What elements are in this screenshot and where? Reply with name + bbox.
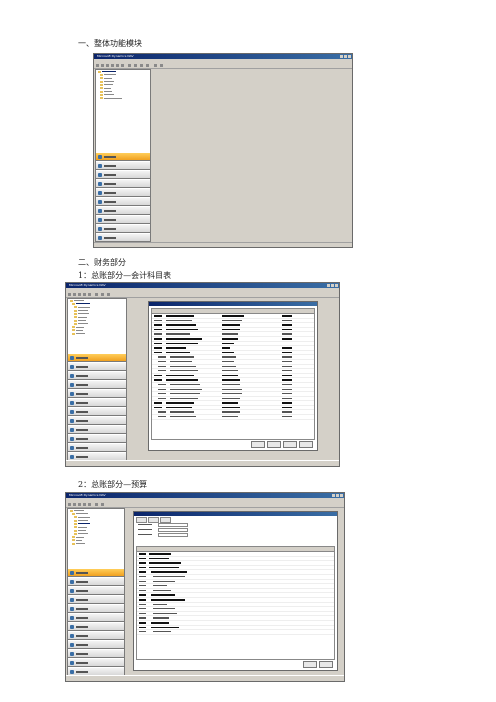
grid-buttons[interactable] [251, 441, 313, 448]
navigation-pane[interactable] [95, 69, 151, 243]
module-button[interactable] [68, 353, 126, 362]
module-button[interactable] [96, 224, 150, 233]
module-buttons[interactable] [68, 353, 126, 461]
module-button[interactable] [68, 586, 124, 595]
window-controls[interactable] [332, 494, 343, 497]
module-button[interactable] [68, 640, 124, 649]
module-button[interactable] [68, 362, 126, 371]
navigation-pane[interactable] [67, 508, 125, 677]
module-button[interactable] [68, 434, 126, 443]
budget-grid[interactable] [136, 546, 335, 660]
module-button[interactable] [96, 188, 150, 197]
heading-gl-chart-of-accounts: 1：总账部分—会计科目表 [78, 271, 172, 280]
taskbar[interactable] [66, 460, 339, 466]
taskbar[interactable] [66, 675, 344, 681]
accounts-grid[interactable] [151, 308, 315, 440]
module-button[interactable] [68, 658, 124, 667]
heading-gl-budget: 2：总账部分—预算 [78, 480, 148, 489]
chart-of-accounts-window[interactable] [148, 301, 318, 451]
status-bar [94, 242, 352, 247]
module-button[interactable] [68, 577, 124, 586]
module-button[interactable] [68, 389, 126, 398]
module-button[interactable] [68, 425, 126, 434]
module-button[interactable] [68, 407, 126, 416]
module-button[interactable] [68, 595, 124, 604]
module-button[interactable] [68, 631, 124, 640]
form-row[interactable] [136, 532, 335, 537]
module-button[interactable] [96, 170, 150, 179]
table-row[interactable] [152, 415, 314, 420]
module-button[interactable] [96, 161, 150, 170]
heading-overall-modules: 一、整体功能模块 [78, 39, 142, 48]
mdi-titlebar [149, 302, 317, 306]
heading-finance: 二、财务部分 [78, 258, 126, 267]
module-buttons[interactable] [68, 568, 124, 676]
module-button[interactable] [68, 622, 124, 631]
window-controls[interactable] [327, 284, 338, 287]
module-button[interactable] [68, 613, 124, 622]
module-button[interactable] [68, 649, 124, 658]
module-button[interactable] [96, 152, 150, 161]
screenshot-overview: Microsoft Dynamics NAV ▪▪▪▪▪ [93, 53, 353, 248]
module-button[interactable] [96, 206, 150, 215]
module-button[interactable] [68, 380, 126, 389]
module-button[interactable] [96, 215, 150, 224]
budget-window[interactable] [133, 511, 338, 671]
menu-tree[interactable] [68, 299, 126, 359]
table-row[interactable] [137, 630, 334, 635]
module-button[interactable] [68, 568, 124, 577]
module-button[interactable] [68, 416, 126, 425]
module-button[interactable] [68, 398, 126, 407]
module-button[interactable] [68, 371, 126, 380]
grid-buttons[interactable] [303, 661, 333, 668]
menu-tree[interactable] [68, 509, 124, 571]
module-buttons[interactable] [96, 152, 150, 242]
module-button[interactable] [96, 197, 150, 206]
window-controls[interactable] [340, 55, 351, 58]
module-button[interactable] [68, 443, 126, 452]
module-button[interactable] [68, 604, 124, 613]
screenshot-chart-of-accounts: Microsoft Dynamics NAV ▪▪▪▪▪ [65, 282, 340, 467]
mdi-titlebar [134, 512, 337, 516]
module-button[interactable] [96, 233, 150, 242]
menu-tree[interactable] [96, 70, 150, 144]
screenshot-budget: Microsoft Dynamics NAV ▪▪▪▪▪ [65, 492, 345, 682]
module-button[interactable] [96, 179, 150, 188]
navigation-pane[interactable] [67, 298, 127, 462]
budget-filter-form[interactable] [136, 522, 335, 544]
